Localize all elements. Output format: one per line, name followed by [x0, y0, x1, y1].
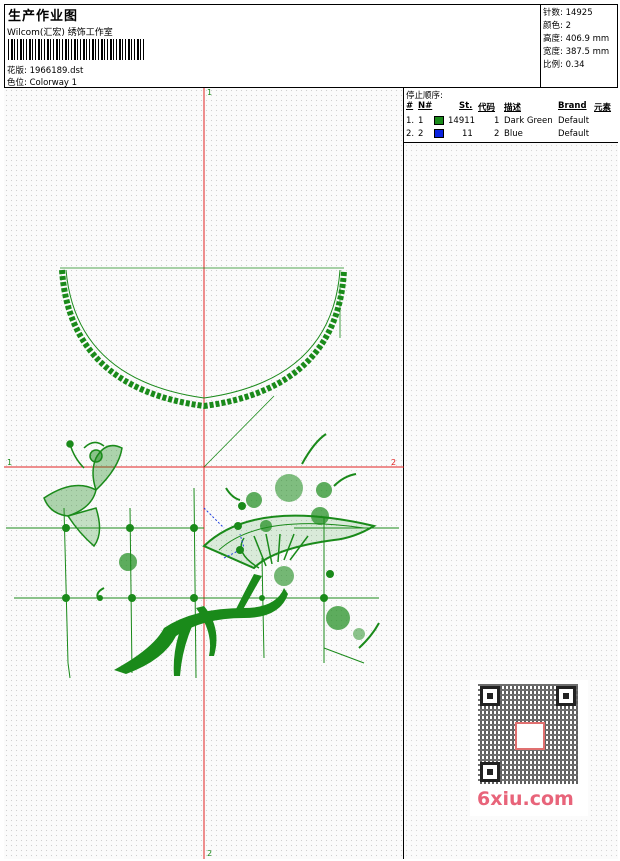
col-num: #	[406, 101, 414, 111]
stop-sequence-label: 停止顺序:	[406, 91, 443, 101]
design-value: 1966189.dst	[29, 66, 84, 76]
row-brand: Default	[558, 116, 590, 126]
skirt-outline	[67, 647, 365, 679]
qr-logo	[515, 722, 545, 750]
qr-finder	[480, 686, 500, 706]
row-st: 11	[462, 129, 473, 139]
row-num: 2.	[406, 129, 415, 139]
collar-scallop	[59, 267, 347, 468]
stat-width: 宽度: 387.5 mm	[543, 47, 610, 57]
colorway-label: 色位:	[7, 78, 27, 88]
fan-motif	[202, 507, 377, 570]
guide-lines	[6, 487, 399, 679]
qr-finder	[556, 686, 576, 706]
colorway-value: Colorway 1	[29, 78, 78, 88]
ribbon-motif	[114, 574, 288, 676]
header-panel: 生产作业图 Wilcom(汇宏) 绣饰工作室 花版: 1966189.dst 色…	[4, 4, 541, 88]
butterfly-motif	[43, 440, 123, 548]
axis-label-left: 1	[7, 458, 12, 467]
barcode	[8, 39, 144, 60]
design-info: 花版: 1966189.dst	[7, 64, 83, 76]
watermark-text: 6xiu.com	[477, 788, 574, 810]
axis-label-bottom: 2	[207, 849, 212, 858]
stat-stitches: 针数: 14925	[543, 8, 593, 18]
axis-label-top: 1	[207, 88, 212, 97]
row-desc: Dark Green	[504, 116, 553, 126]
row-brand: Default	[558, 129, 590, 139]
colorway-info: 色位: Colorway 1	[7, 76, 77, 88]
col-brand: Brand	[558, 101, 587, 111]
col-code: 代码	[478, 103, 496, 113]
stop-sequence-table: 停止顺序: # N# St. 代码 描述 Brand 元素 1. 1 14911…	[404, 88, 618, 143]
row-code: 2	[494, 129, 500, 139]
row-desc: Blue	[504, 129, 523, 139]
stat-height: 高度: 406.9 mm	[543, 34, 610, 44]
design-canvas: 1 2 1 2	[4, 88, 404, 859]
stat-colors: 颜色: 2	[543, 21, 571, 31]
color-swatch	[434, 129, 444, 138]
row-n: 2	[418, 129, 424, 139]
row-st: 14911	[448, 116, 476, 126]
col-elem: 元素	[594, 103, 612, 113]
axis-label-right: 2	[391, 458, 396, 467]
row-n: 1	[418, 116, 424, 126]
row-code: 1	[494, 116, 500, 126]
design-label: 花版:	[7, 66, 27, 76]
page-title: 生产作业图	[8, 9, 79, 24]
stats-panel: 针数: 14925 颜色: 2 高度: 406.9 mm 宽度: 387.5 m…	[541, 4, 618, 88]
col-desc: 描述	[504, 103, 522, 113]
qr-finder	[480, 762, 500, 782]
studio-name: Wilcom(汇宏) 绣饰工作室	[7, 28, 113, 38]
col-n: N#	[418, 101, 433, 111]
color-swatch	[434, 116, 444, 125]
stat-scale: 比例: 0.34	[543, 60, 585, 70]
row-num: 1.	[406, 116, 415, 126]
embroidery-artwork: 1 2 1 2	[4, 88, 404, 859]
col-st: St.	[459, 101, 473, 111]
